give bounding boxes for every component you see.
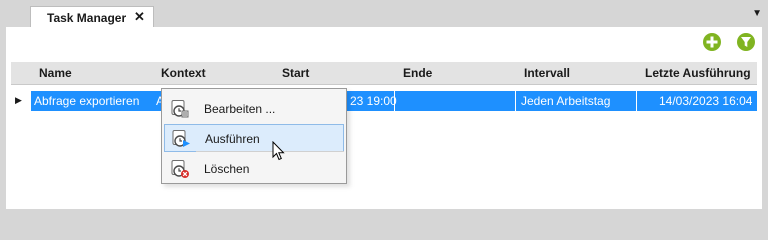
menu-separator xyxy=(196,151,344,152)
column-header-name[interactable]: Name xyxy=(39,66,72,80)
table-header: Name Kontext Start Ende Intervall Letzte… xyxy=(11,62,757,85)
cell-name: Abfrage exportieren xyxy=(34,94,140,108)
plus-circle-icon xyxy=(706,36,718,48)
cell-letzte-ausfuehrung: 14/03/2023 16:04 xyxy=(659,94,753,108)
menu-item-label: Bearbeiten ... xyxy=(204,102,276,116)
menu-item-bearbeiten[interactable]: Bearbeiten ... xyxy=(164,95,344,123)
column-header-intervall[interactable]: Intervall xyxy=(524,66,570,80)
clock-delete-icon xyxy=(171,160,189,178)
column-header-letzte-ausfuehrung[interactable]: Letzte Ausführung xyxy=(645,66,751,80)
column-divider xyxy=(636,91,637,111)
filter-button[interactable] xyxy=(737,33,755,51)
context-menu: Bearbeiten ... Ausführen Löschen xyxy=(161,88,347,184)
mouse-cursor-icon xyxy=(272,141,285,161)
add-task-button[interactable] xyxy=(703,33,721,51)
tab-title: Task Manager xyxy=(47,11,127,25)
row-expander-icon[interactable]: ▶ xyxy=(15,95,22,106)
column-header-kontext[interactable]: Kontext xyxy=(161,66,206,80)
tab-task-manager[interactable]: Task Manager ✕ xyxy=(30,6,154,28)
close-icon[interactable]: ✕ xyxy=(134,9,145,25)
column-header-start[interactable]: Start xyxy=(282,66,309,80)
column-divider xyxy=(515,91,516,111)
chevron-down-icon[interactable]: ▼ xyxy=(752,8,762,19)
table-row[interactable]: ▶ Abfrage exportieren A 23 19:00 Jeden A… xyxy=(11,91,757,111)
menu-item-ausfuehren[interactable]: Ausführen xyxy=(164,124,344,152)
menu-item-label: Ausführen xyxy=(205,132,260,146)
cell-intervall: Jeden Arbeitstag xyxy=(521,94,611,108)
menu-item-loeschen[interactable]: Löschen xyxy=(164,155,344,183)
selected-row-highlight: Abfrage exportieren A 23 19:00 Jeden Arb… xyxy=(31,91,757,111)
cell-start: 23 19:00 xyxy=(350,94,397,108)
clock-edit-icon xyxy=(171,100,189,118)
column-divider xyxy=(394,91,395,111)
menu-item-label: Löschen xyxy=(204,162,250,176)
filter-icon xyxy=(741,37,751,47)
column-header-ende[interactable]: Ende xyxy=(403,66,432,80)
task-manager-panel: Name Kontext Start Ende Intervall Letzte… xyxy=(6,27,762,209)
clock-run-icon xyxy=(172,130,190,147)
